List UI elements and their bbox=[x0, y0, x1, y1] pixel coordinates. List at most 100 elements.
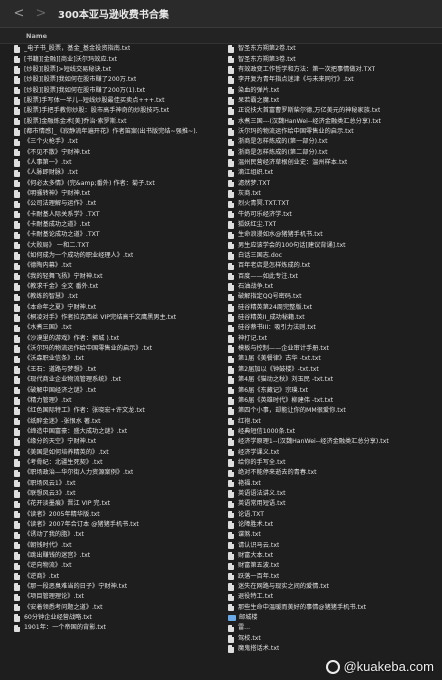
file-item[interactable]: 百度——如此专注.txt bbox=[228, 272, 442, 282]
forward-button[interactable]: > bbox=[32, 5, 50, 23]
file-item[interactable]: 破解指定QQ号密码.txt bbox=[228, 292, 442, 302]
file-item[interactable]: 《职场风云1》.txt bbox=[14, 478, 229, 488]
file-item[interactable]: [都市情感]_《寂静流年遍开花》作者笛案(出书版完结~强推~). bbox=[14, 127, 229, 137]
file-item[interactable]: 滤然梦.TXT bbox=[228, 178, 442, 188]
file-item[interactable]: 《花开淡墨痕》晋江 VIP 完.txt bbox=[14, 499, 229, 509]
file-item[interactable]: 论障胜术.txt bbox=[228, 520, 442, 530]
file-item[interactable]: 浙商是怎样炼成的(第二部分).txt bbox=[228, 147, 442, 157]
file-item[interactable]: 英语语法讲义.txt bbox=[228, 489, 442, 499]
back-button[interactable]: < bbox=[10, 5, 28, 23]
file-item[interactable]: 《现代商业企业物流管理系统》.txt bbox=[14, 375, 229, 385]
file-item[interactable]: 《缘分的天空》宁财神.txt bbox=[14, 437, 229, 447]
file-item[interactable]: 《教练的智慧》.txt bbox=[14, 292, 229, 302]
file-item[interactable]: 雷... bbox=[228, 623, 442, 633]
file-item[interactable]: 跃落一百年.txt bbox=[228, 572, 442, 582]
file-item[interactable]: 正说扶大首富曹罗斯柴尔德,万亿美元的神秘家族.txt bbox=[228, 106, 442, 116]
file-item[interactable]: 财富第五波.txt bbox=[228, 561, 442, 571]
file-item[interactable]: 迷失在网路与现实之间的爱情.txt bbox=[228, 582, 442, 592]
file-item[interactable]: 水煮三国---(汉魏HanWei--经济金融类汇总分享).txt bbox=[228, 116, 442, 126]
file-item[interactable]: 《沃尔玛的物流运作给中国零售业的启示》.txt bbox=[14, 344, 229, 354]
file-item[interactable]: 绝对不能停来逝去的青春.txt bbox=[228, 468, 442, 478]
file-item[interactable]: 《王石：道路与梦想》.txt bbox=[14, 365, 229, 375]
file-item[interactable]: 《职场政治—华尔街人力资源案例》.txt bbox=[14, 468, 229, 478]
file-item[interactable]: 《考骨纪：北疆生死契》.txt bbox=[14, 458, 229, 468]
file-item[interactable]: 白话三国志.doc bbox=[228, 251, 442, 261]
file-item[interactable]: 驾校.txt bbox=[228, 634, 442, 644]
file-item[interactable]: 《红色国际特工》作者：张晓宏+许文龙.txt bbox=[14, 406, 229, 416]
file-item[interactable]: 《那一段恶臭难当的日子》宁财神.txt bbox=[14, 582, 229, 592]
file-item[interactable]: 《联想风云3》.txt bbox=[14, 489, 229, 499]
file-item[interactable]: 百年老店是怎样炼成的.txt bbox=[228, 261, 442, 271]
file-item[interactable]: 给你的手写全.txt bbox=[228, 458, 442, 468]
file-item[interactable]: 经济学课义.txt bbox=[228, 447, 442, 457]
file-item[interactable]: 狐妖红尘.TXT bbox=[228, 220, 442, 230]
file-item[interactable]: 《项目管理理论》.txt bbox=[14, 592, 229, 602]
file-item[interactable]: 硅谷精英第24周完整版.txt bbox=[228, 303, 442, 313]
file-item[interactable]: 《卡耐基成功之道》.txt bbox=[14, 220, 229, 230]
file-item[interactable]: 第4届《猫动之秋》刘玉民 -txt.txt bbox=[228, 375, 442, 385]
file-item[interactable]: 论语.TXT bbox=[228, 509, 442, 519]
file-item[interactable]: 那些生命中温暖而美好的事情@猪猪手机书.txt bbox=[228, 603, 442, 613]
file-item[interactable]: 《精力管理》.txt bbox=[14, 396, 229, 406]
file-item[interactable]: 《朝钱时代》.txt bbox=[14, 541, 229, 551]
file-item[interactable]: 灰商.txt bbox=[228, 189, 442, 199]
file-item[interactable]: 温州民营经济草根创业史：温州样本.txt bbox=[228, 158, 442, 168]
file-item[interactable]: 《破解中国经济之谜》.txt bbox=[14, 385, 229, 395]
file-item[interactable]: 《逆商》.txt bbox=[14, 572, 229, 582]
file-item[interactable]: 第1届《美餐律》古华 -txt.txt bbox=[228, 354, 442, 364]
file-item[interactable]: 李开复为青年指点迷津《与未来同行》.txt bbox=[228, 75, 442, 85]
file-item[interactable]: 艳福.txt bbox=[228, 478, 442, 488]
file-item[interactable]: 退役特工.txt bbox=[228, 592, 442, 602]
file-item[interactable]: 智圣东方朔第2卷.txt bbox=[228, 44, 442, 54]
file-item[interactable]: 《美国是如何培养精英的》.txt bbox=[14, 447, 229, 457]
file-item[interactable]: 《纸醉金迷》-张恨水 著.txt bbox=[14, 416, 229, 426]
file-item[interactable]: 《本命年之夏》宁财神.txt bbox=[14, 303, 229, 313]
file-item[interactable]: 《逆向物流》.txt bbox=[14, 561, 229, 571]
file-item[interactable]: 《三个火枪手》.txt bbox=[14, 137, 229, 147]
file-item[interactable]: 男生应该学会的100句话[建议背诵].txt bbox=[228, 241, 442, 251]
file-item[interactable]: 经典短信1000条.txt bbox=[228, 427, 442, 437]
file-item[interactable]: _电子书_股票，基金_基金投资指南.txt bbox=[14, 44, 229, 54]
file-item[interactable]: 《我的轻舞飞扬》宁财神.txt bbox=[14, 272, 229, 282]
file-item[interactable]: 《诱动了我的脂》.txt bbox=[14, 530, 229, 540]
file-item[interactable]: 《桐凌对手》作者拉克西丝 VIP完结高千文鹰黑男主.txt bbox=[14, 313, 229, 323]
file-item[interactable]: 《缔造中国富豪：盛大成功之谜》.txt bbox=[14, 427, 229, 437]
file-item[interactable]: [炒股][股票]>短线交易秘诀.txt bbox=[14, 65, 229, 75]
file-item[interactable]: 智圣东方朔第3卷.txt bbox=[228, 54, 442, 64]
file-item[interactable]: 财富大本.txt bbox=[228, 551, 442, 561]
file-item[interactable]: 染血的弹片.txt bbox=[228, 85, 442, 95]
file-item[interactable]: 《何必太多情》(完&amp;番外) 作者：菊子.txt bbox=[14, 178, 229, 188]
file-item[interactable]: 英语常用短语.txt bbox=[228, 499, 442, 509]
file-item[interactable]: 《沙漠里的游戏》作者：郭城 ).txt bbox=[14, 334, 229, 344]
file-item[interactable]: 《读者》2007年合订本 @猪猪手机书.txt bbox=[14, 520, 229, 530]
file-item[interactable]: 《不见不散》宁财神.txt bbox=[14, 147, 229, 157]
file-item[interactable]: 生命浪漫如水@猪猪手机书.txt bbox=[228, 230, 442, 240]
file-item[interactable]: 《安着领悉考问题之道》.txt bbox=[14, 603, 229, 613]
file-item[interactable]: [股票]手把手教你炒股：股市高手神奇的炒股技巧.txt bbox=[14, 106, 229, 116]
file-item[interactable]: 滴江组织.txt bbox=[228, 168, 442, 178]
file-item[interactable]: 神打记.txt bbox=[228, 334, 442, 344]
file-item[interactable]: 模板与控制——企业审计手册.txt bbox=[228, 344, 442, 354]
name-column-header[interactable]: Name bbox=[26, 32, 47, 40]
file-item[interactable]: 红袍.txt bbox=[228, 416, 442, 426]
file-item[interactable]: 《德陶内幕》.txt bbox=[14, 261, 229, 271]
file-item[interactable]: [炒股][股票]我如何在股市赚了200万(1).txt bbox=[14, 85, 229, 95]
file-item[interactable]: 60分钟企业经营战略.txt bbox=[14, 613, 229, 623]
file-item[interactable]: 《卡耐基论成功之道》.TXT bbox=[14, 230, 229, 240]
folder-item[interactable]: 邮城楼 bbox=[228, 613, 442, 623]
file-item[interactable]: [股票]金融炼金术[美]乔治·索罗斯.txt bbox=[14, 116, 229, 126]
file-item[interactable]: 沃尔玛的物流运作给中国零售业的启示.txt bbox=[228, 127, 442, 137]
file-item[interactable]: 《公司法理解与运作》.txt bbox=[14, 199, 229, 209]
file-item[interactable]: [书籍][金融][商业]沃尔玛效应.txt bbox=[14, 54, 229, 64]
file-item[interactable]: [股票]手写体一半儿--短线炒股最佳买卖点+++.txt bbox=[14, 96, 229, 106]
file-item[interactable]: 《大败局》 一和二.TXT bbox=[14, 241, 229, 251]
file-item[interactable]: 呆若霸之魔.txt bbox=[228, 96, 442, 106]
file-item[interactable]: 《教求千金》全文 番外.txt bbox=[14, 282, 229, 292]
file-item[interactable]: 第6届《东藏记》宗璞.txt bbox=[228, 385, 442, 395]
file-item[interactable]: 谍煞.txt bbox=[228, 530, 442, 540]
file-item[interactable]: 第2届加以《钟鼓楼》-txt.txt bbox=[228, 365, 442, 375]
file-item[interactable]: 硅谷蔡书III：吸引力法则.txt bbox=[228, 323, 442, 333]
file-item[interactable]: 有效政变工作哲学和方法：第一次把事情做对.TXT bbox=[228, 65, 442, 75]
file-item[interactable]: 《读者》2005年精华版.txt bbox=[14, 509, 229, 519]
file-item[interactable]: 《人事第一》.txt bbox=[14, 158, 229, 168]
